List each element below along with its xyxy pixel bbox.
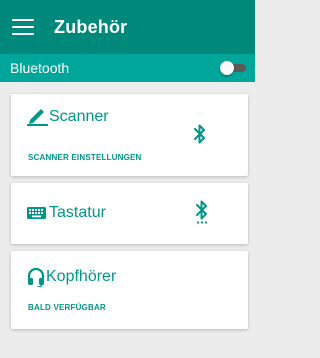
page-title: Zubehör: [54, 16, 128, 37]
headphones-title: Kopfhörer: [27, 267, 116, 287]
bluetooth-searching-icon: [195, 200, 209, 229]
scanner-card[interactable]: Scanner SCANNER EINSTELLUNGEN: [11, 94, 248, 176]
app-bar: Zubehör: [0, 0, 255, 54]
headset-icon: [27, 267, 45, 287]
coming-soon-label: BALD VERFÜGBAR: [28, 303, 106, 312]
toggle-thumb: [220, 61, 234, 75]
hamburger-menu-icon[interactable]: [12, 19, 34, 35]
bluetooth-icon: [193, 124, 207, 149]
keyboard-label: Tastatur: [49, 204, 106, 221]
bluetooth-bar: Bluetooth: [0, 54, 255, 82]
scanner-label: Scanner: [49, 108, 109, 125]
scanner-settings-link[interactable]: SCANNER EINSTELLUNGEN: [28, 153, 142, 162]
keyboard-title: Tastatur: [27, 204, 106, 222]
headphones-label: Kopfhörer: [46, 268, 117, 285]
bluetooth-toggle[interactable]: [220, 61, 248, 75]
keyboard-card[interactable]: Tastatur: [11, 183, 248, 244]
keyboard-icon: [27, 206, 47, 220]
pencil-scanner-icon: [27, 108, 49, 126]
headphones-card[interactable]: Kopfhörer BALD VERFÜGBAR: [11, 251, 248, 329]
scanner-title: Scanner: [27, 108, 109, 126]
bluetooth-label: Bluetooth: [10, 60, 70, 76]
accessory-list: Scanner SCANNER EINSTELLUNGEN Tastatur K…: [0, 82, 255, 358]
